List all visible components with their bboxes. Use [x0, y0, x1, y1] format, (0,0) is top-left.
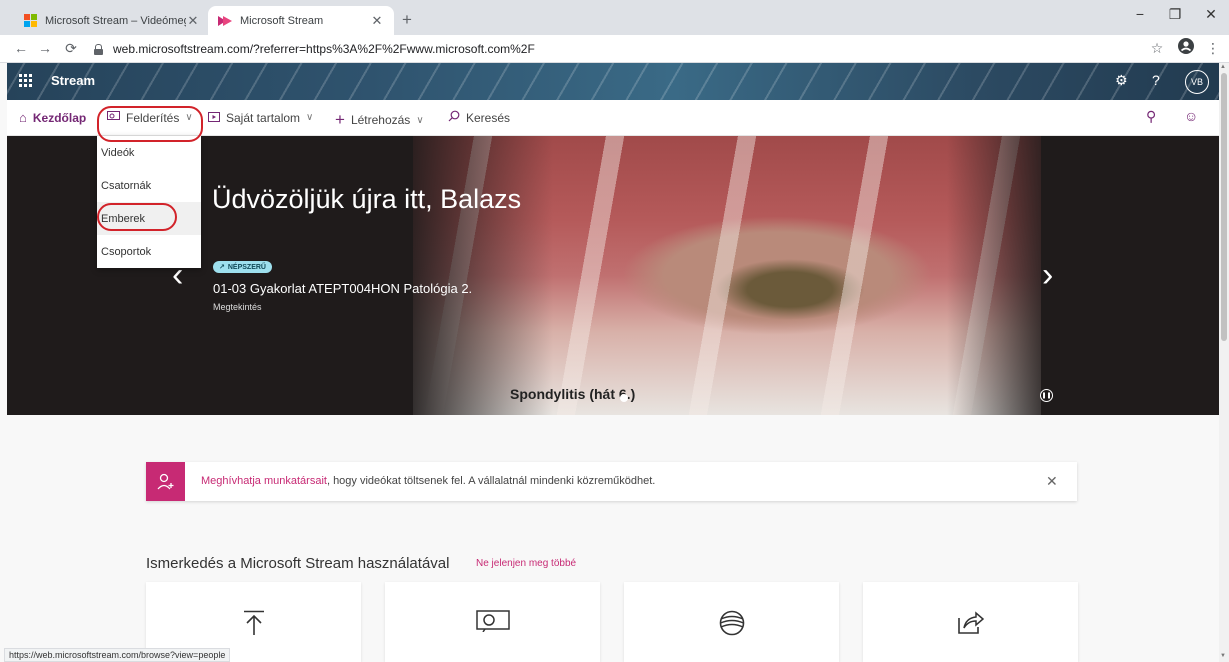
- getting-started-title: Ismerkedés a Microsoft Stream használatá…: [146, 555, 450, 572]
- carousel-dot[interactable]: [620, 394, 628, 402]
- add-person-icon: [146, 462, 185, 501]
- nav-my-content[interactable]: Saját tartalom ∨: [208, 110, 313, 125]
- invite-link[interactable]: Meghívhatja munkatársait: [201, 475, 327, 487]
- nav-home-label: Kezdőlap: [32, 110, 87, 125]
- restore-button[interactable]: ❐: [1160, 6, 1190, 23]
- header-pattern: [7, 63, 1219, 100]
- upload-icon: [146, 610, 361, 643]
- my-content-icon: [208, 110, 220, 125]
- popular-badge: ↗ NÉPSZERŰ: [213, 261, 272, 273]
- close-icon[interactable]: ✕: [370, 13, 384, 29]
- annotation-circle-people: [97, 203, 177, 231]
- nav-search-label: Keresés: [466, 110, 511, 125]
- back-arrow-icon[interactable]: ←: [12, 40, 30, 56]
- browser-tab-active[interactable]: Microsoft Stream ✕: [208, 6, 394, 35]
- user-avatar[interactable]: VB: [1185, 70, 1209, 94]
- nav-my-content-label: Saját tartalom: [226, 110, 301, 125]
- live-event-icon: [624, 610, 839, 643]
- feedback-smiley-icon[interactable]: ☺: [1184, 108, 1198, 124]
- card-screen-record[interactable]: [385, 582, 600, 662]
- nav-home[interactable]: ⌂ Kezdőlap: [19, 110, 86, 125]
- stream-brand[interactable]: Stream: [51, 73, 95, 88]
- tab-title: Microsoft Stream: [240, 14, 324, 27]
- stream-logo-icon: [218, 15, 232, 27]
- invite-text: Meghívhatja munkatársait, hogy videókat …: [201, 475, 655, 487]
- plus-icon: +: [335, 110, 345, 129]
- browser-tab-inactive[interactable]: Microsoft Stream – Videómegos ✕: [14, 6, 210, 35]
- menu-item-groups[interactable]: Csoportok: [97, 235, 201, 268]
- help-icon[interactable]: ?: [1152, 72, 1160, 88]
- microsoft-logo-icon: [24, 14, 37, 27]
- forward-arrow-icon[interactable]: →: [36, 40, 54, 56]
- welcome-heading: Üdvözöljük újra itt, Balazs: [212, 184, 522, 214]
- discover-dropdown: Videók Csatornák Emberek Csoportok: [97, 136, 201, 268]
- scrollbar-thumb[interactable]: [1221, 73, 1227, 341]
- nav-search[interactable]: Keresés: [448, 110, 510, 125]
- status-url: https://web.microsoftstream.com/browse?v…: [4, 648, 231, 662]
- annotation-circle-discover: [97, 106, 203, 142]
- close-icon[interactable]: ✕: [186, 13, 200, 29]
- image-caption: Spondylitis (hát 6.): [510, 386, 636, 402]
- browser-toolbar: ← → ⟳ web.microsoftstream.com/?referrer=…: [0, 35, 1229, 63]
- close-icon[interactable]: ✕: [1046, 473, 1058, 490]
- stream-header: Stream ⚙ ? VB: [7, 63, 1219, 100]
- profile-icon[interactable]: [1177, 38, 1195, 57]
- screen-record-icon: [385, 610, 600, 639]
- window-close-button[interactable]: ✕: [1196, 6, 1226, 23]
- tab-title: Microsoft Stream – Videómegos: [45, 14, 186, 27]
- browser-menu-icon[interactable]: ⋮: [1204, 40, 1222, 57]
- dismiss-link[interactable]: Ne jelenjen meg többé: [476, 558, 576, 569]
- chevron-down-icon: ∨: [416, 114, 424, 126]
- reload-icon[interactable]: ⟳: [62, 40, 80, 57]
- settings-gear-icon[interactable]: ⚙: [1115, 72, 1128, 89]
- featured-video-subtitle: Megtekintés: [213, 302, 262, 312]
- bookmark-star-icon[interactable]: ☆: [1148, 40, 1166, 57]
- carousel-next-icon[interactable]: ›: [1042, 256, 1053, 295]
- lock-icon: [94, 43, 103, 55]
- nav-create[interactable]: + Létrehozás ∨: [335, 110, 424, 130]
- scroll-down-icon[interactable]: ▼: [1220, 653, 1226, 659]
- share-icon: [863, 610, 1078, 641]
- pause-icon[interactable]: ❚❚: [1040, 389, 1053, 402]
- minimize-button[interactable]: −: [1125, 6, 1155, 22]
- person-icon[interactable]: ⚲: [1146, 108, 1156, 125]
- chevron-down-icon: ∨: [306, 112, 314, 123]
- scroll-up-icon[interactable]: ▲: [1220, 64, 1226, 70]
- invite-notice: Meghívhatja munkatársait, hogy videókat …: [146, 462, 1077, 501]
- browser-tab-strip: Microsoft Stream – Videómegos ✕ Microsof…: [0, 0, 1229, 35]
- address-bar[interactable]: web.microsoftstream.com/?referrer=https%…: [94, 38, 1134, 60]
- url-text: web.microsoftstream.com/?referrer=https%…: [113, 42, 535, 56]
- home-icon: ⌂: [19, 110, 27, 125]
- menu-item-channels[interactable]: Csatornák: [97, 169, 201, 202]
- invite-text-rest: , hogy videókat töltsenek fel. A vállala…: [326, 475, 656, 487]
- new-tab-button[interactable]: +: [402, 10, 412, 30]
- nav-create-label: Létrehozás: [350, 113, 411, 127]
- badge-label: NÉPSZERŰ: [227, 263, 266, 271]
- page-scrollbar[interactable]: ▲ ▼: [1219, 63, 1229, 662]
- search-icon: [448, 110, 460, 125]
- card-share[interactable]: [863, 582, 1078, 662]
- app-launcher-icon[interactable]: [19, 74, 33, 88]
- featured-video-title[interactable]: 01-03 Gyakorlat ATEPT004HON Patológia 2.: [213, 281, 472, 296]
- trending-icon: ↗: [219, 264, 225, 271]
- card-live-event[interactable]: [624, 582, 839, 662]
